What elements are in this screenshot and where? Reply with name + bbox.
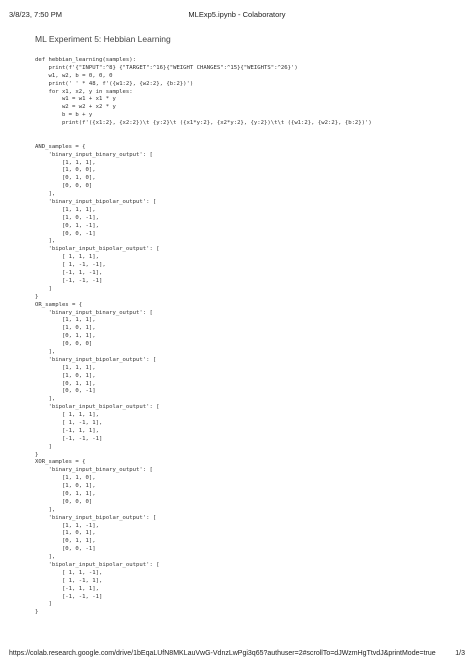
- code-line: AND_samples = {: [35, 143, 86, 150]
- code-line: [0, 1, 1],: [35, 380, 96, 387]
- code-line: 'binary_input_binary_output': [: [35, 309, 153, 316]
- code-line: 'binary_input_bipolar_output': [: [35, 356, 157, 363]
- code-line: [1, 0, 1],: [35, 483, 96, 490]
- code-line: [0, 0, -1]: [35, 546, 96, 553]
- print-footer: https://colab.research.google.com/drive/…: [9, 650, 465, 662]
- code-line: [0, 0, 0]: [35, 498, 93, 505]
- code-line: [ 1, 1, 1],: [35, 412, 99, 419]
- code-line: 'binary_input_binary_output': [: [35, 151, 153, 158]
- code-line: for x1, x2, y in samples:: [35, 88, 133, 95]
- code-line: OR_samples = {: [35, 301, 83, 308]
- code-line: ]: [35, 443, 52, 450]
- code-cell[interactable]: def hebbian_learning(samples): print(f'{…: [35, 57, 455, 617]
- page-number: 1/3: [455, 650, 465, 657]
- code-line: [ 1, 1, -1],: [35, 569, 103, 576]
- code-line: ]: [35, 601, 52, 608]
- code-line: [1, 0, 1],: [35, 325, 96, 332]
- code-line: [-1, -1, -1]: [35, 435, 103, 442]
- code-line: [1, 1, 1],: [35, 317, 96, 324]
- print-header: 3/8/23, 7:50 PM MLExp5.ipynb - Colaborat…: [9, 10, 465, 22]
- code-line: [0, 0, 0]: [35, 183, 93, 190]
- code-line: ],: [35, 348, 56, 355]
- code-line: [1, 1, 1],: [35, 206, 96, 213]
- code-line: w2 = w2 + x2 * y: [35, 104, 116, 111]
- notebook-title: MLExp5.ipynb - Colaboratory: [188, 10, 286, 19]
- code-line: [0, 0, -1]: [35, 388, 96, 395]
- code-line: [1, 0, -1],: [35, 214, 99, 221]
- code-line: [1, 0, 1],: [35, 530, 96, 537]
- code-line: [1, 1, 1],: [35, 364, 96, 371]
- code-line: [0, 1, -1],: [35, 222, 99, 229]
- code-line: 'bipolar_input_bipolar_output': [: [35, 562, 160, 568]
- code-line: [-1, 1, 1],: [35, 585, 99, 592]
- code-line: ],: [35, 191, 56, 198]
- code-line: 'bipolar_input_bipolar_output': [: [35, 246, 160, 253]
- code-line: }: [35, 293, 39, 300]
- code-line: w1 = w1 + x1 * y: [35, 96, 116, 103]
- code-line: ],: [35, 506, 56, 513]
- code-line: [1, 0, 0],: [35, 167, 96, 174]
- code-line: [ 1, -1, -1],: [35, 262, 106, 269]
- cell-heading: ML Experiment 5: Hebbian Learning: [35, 34, 171, 44]
- code-line: ]: [35, 285, 52, 292]
- code-line: [0, 1, 1],: [35, 333, 96, 340]
- code-line: [0, 1, 0],: [35, 175, 96, 182]
- code-line: [-1, -1, -1]: [35, 593, 103, 600]
- code-line: [0, 1, 1],: [35, 490, 96, 497]
- code-line: ],: [35, 396, 56, 403]
- code-line: [ 1, -1, 1],: [35, 577, 103, 584]
- code-line: [1, 0, 1],: [35, 372, 96, 379]
- code-line: ],: [35, 238, 56, 245]
- code-line: [ 1, -1, 1],: [35, 419, 103, 426]
- code-line: [0, 0, 0]: [35, 341, 93, 348]
- code-line: print(f'({x1:2}, {x2:2})\t {y:2}\t ({x1*…: [35, 120, 372, 127]
- code-line: ],: [35, 554, 56, 561]
- code-line: b = b + y: [35, 112, 93, 119]
- code-line: [0, 0, -1]: [35, 230, 96, 237]
- code-line: [1, 1, -1],: [35, 522, 99, 529]
- code-line: }: [35, 451, 39, 458]
- code-line: [-1, 1, -1],: [35, 270, 103, 277]
- notebook-url[interactable]: https://colab.research.google.com/drive/…: [9, 650, 436, 657]
- code-line: [1, 1, 1],: [35, 159, 96, 166]
- code-line: [ 1, 1, 1],: [35, 254, 99, 261]
- code-line: }: [35, 609, 39, 616]
- code-line: w1, w2, b = 0, 0, 0: [35, 72, 113, 79]
- code-line: [-1, 1, 1],: [35, 427, 99, 434]
- code-line: print(' ' * 48, f'({w1:2}, {w2:2}, {b:2}…: [35, 80, 194, 87]
- code-line: [-1, -1, -1]: [35, 277, 103, 284]
- code-line: 'binary_input_bipolar_output': [: [35, 514, 157, 521]
- code-line: print(f'{"INPUT":^8} {"TARGET":^16}{"WEI…: [35, 64, 298, 71]
- code-line: [1, 1, 0],: [35, 475, 96, 482]
- code-line: [0, 1, 1],: [35, 538, 96, 545]
- code-line: def hebbian_learning(samples):: [35, 57, 137, 63]
- code-line: XOR_samples = {: [35, 459, 86, 466]
- code-line: 'binary_input_bipolar_output': [: [35, 199, 157, 206]
- code-line: 'bipolar_input_bipolar_output': [: [35, 404, 160, 411]
- code-line: 'binary_input_binary_output': [: [35, 467, 153, 474]
